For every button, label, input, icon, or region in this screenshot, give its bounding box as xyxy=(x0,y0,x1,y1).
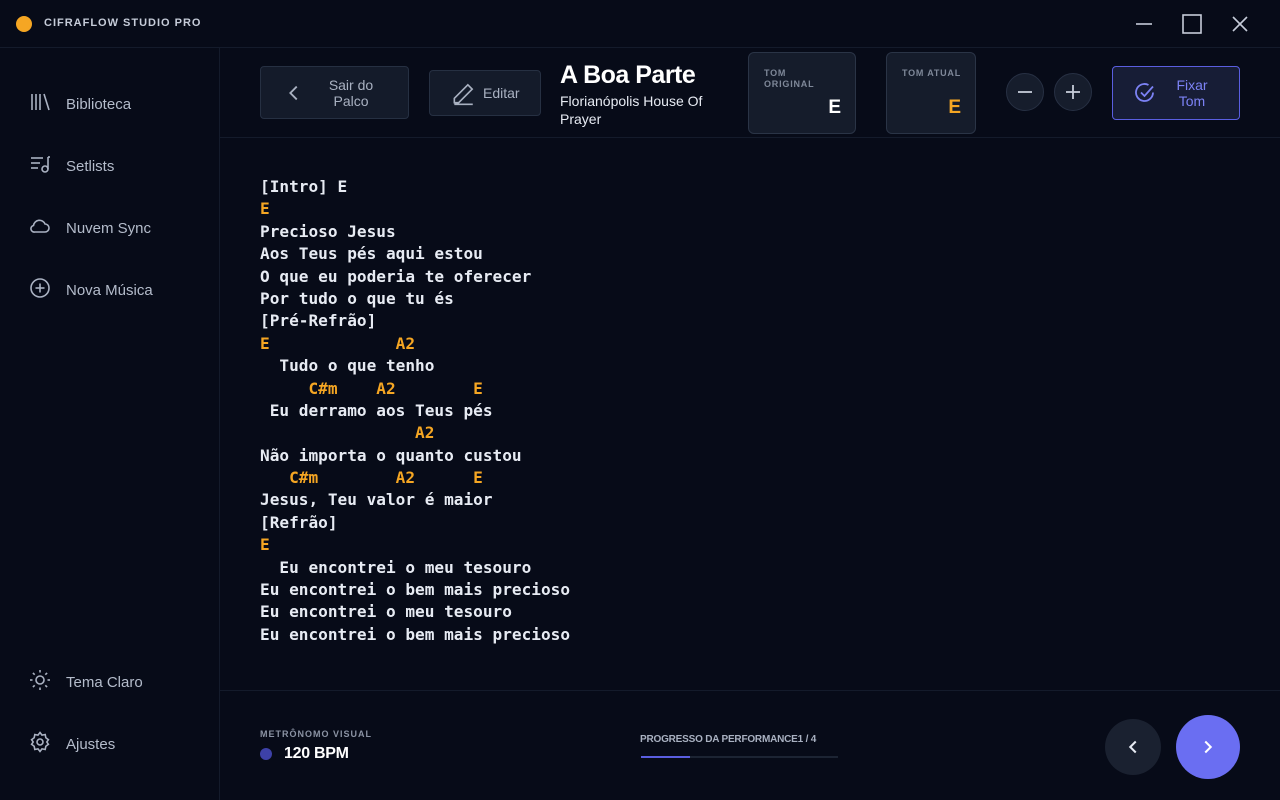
current-key-label: TOM ATUAL xyxy=(902,68,962,78)
chord-line: E xyxy=(260,199,270,219)
minimize-icon[interactable] xyxy=(1132,12,1156,36)
song-artist: Florianópolis House Of Prayer xyxy=(560,93,703,127)
sidebar-item-nova-musica[interactable]: Nova Música xyxy=(28,276,153,304)
sidebar: Biblioteca Setlists Nuvem Sync Nova Músi… xyxy=(0,48,220,800)
chord-line: E A2 xyxy=(260,333,416,353)
chord-line: E xyxy=(260,535,270,555)
fix-key-button[interactable]: Fixar Tom xyxy=(1112,66,1240,120)
previous-song-button[interactable] xyxy=(1105,719,1161,775)
app-logo-dot xyxy=(16,16,32,32)
sidebar-item-tema-claro[interactable]: Tema Claro xyxy=(28,668,143,696)
chord-sheet: [Intro] E E Precioso Jesus Aos Teus pés aqu… xyxy=(260,176,1220,666)
fix-key-label: Fixar Tom xyxy=(1176,77,1208,109)
exit-stage-label: Sair do Palco xyxy=(328,76,374,109)
lyric-line: Jesus, Teu valor é maior xyxy=(260,490,493,510)
title-bar: CIFRAFLOW STUDIO PRO xyxy=(0,0,1280,48)
edit-label: Editar xyxy=(483,85,520,101)
section-line: [Pré-Refrão] xyxy=(260,311,377,331)
sidebar-item-label: Biblioteca xyxy=(66,95,132,113)
sidebar-item-label: Ajustes xyxy=(66,735,116,753)
sidebar-item-biblioteca[interactable]: Biblioteca xyxy=(28,90,131,118)
chord-line: A2 xyxy=(260,423,435,443)
lyric-line: Eu encontrei o meu tesouro xyxy=(260,602,512,622)
current-key-value: E xyxy=(948,97,961,118)
lyric-line: Não importa o quanto custou xyxy=(260,445,522,465)
lyric-line: Eu encontrei o bem mais precioso xyxy=(260,580,571,600)
progress-count: 1 / 4 xyxy=(797,734,817,745)
transpose-down-button[interactable] xyxy=(1006,73,1044,111)
next-song-button[interactable] xyxy=(1176,715,1240,779)
metronome-indicator xyxy=(260,748,272,760)
cloud-icon xyxy=(28,214,52,242)
exit-stage-button[interactable]: Sair do Palco xyxy=(260,66,409,119)
song-title: A Boa Parte xyxy=(560,61,696,89)
original-key-box: TOM ORIGINAL E xyxy=(748,52,856,134)
sidebar-item-label: Setlists xyxy=(66,157,115,175)
original-key-value: E xyxy=(828,97,841,118)
close-icon[interactable] xyxy=(1228,12,1252,36)
progress-track xyxy=(641,756,838,758)
gear-icon xyxy=(28,730,52,758)
chord-line: C#m A2 E xyxy=(260,378,483,398)
song-header: Sair do Palco Editar A Boa Parte Florian… xyxy=(220,48,1280,138)
metronome-bpm: 120 BPM xyxy=(284,745,349,762)
progress-title: PROGRESSO DA PERFORMANCE xyxy=(640,734,798,745)
sidebar-item-ajustes[interactable]: Ajustes xyxy=(28,730,115,758)
lyric-line: Eu derramo aos Teus pés xyxy=(260,400,493,420)
lyric-line: Por tudo o que tu és xyxy=(260,288,454,308)
plus-circle-icon xyxy=(28,276,52,304)
edit-button[interactable]: Editar xyxy=(429,70,541,116)
lyric-line: Aos Teus pés aqui estou xyxy=(260,244,483,264)
progress-fill xyxy=(641,756,691,758)
chord-line: C#m A2 E xyxy=(260,468,483,488)
sidebar-item-label: Tema Claro xyxy=(66,673,143,691)
setlist-icon xyxy=(28,152,52,180)
performance-footer: METRÔNOMO VISUAL 120 BPM PROGRESSO DA PE… xyxy=(220,690,1280,800)
lyric-line: Eu encontrei o bem mais precioso xyxy=(260,624,571,644)
current-key-box: TOM ATUAL E xyxy=(886,52,976,134)
lyric-line: Eu encontrei o meu tesouro xyxy=(260,557,532,577)
maximize-icon[interactable] xyxy=(1180,12,1204,36)
transpose-up-button[interactable] xyxy=(1054,73,1092,111)
sidebar-item-label: Nuvem Sync xyxy=(66,219,152,237)
lyric-line: Tudo o que tenho xyxy=(260,356,435,376)
progress-label: PROGRESSO DA PERFORMANCE1 / 4 xyxy=(640,734,816,745)
sun-icon xyxy=(28,668,52,696)
app-title: CIFRAFLOW STUDIO PRO xyxy=(44,17,202,29)
section-line: [Intro] E xyxy=(260,177,348,196)
section-line: [Refrão] xyxy=(260,512,338,532)
lyric-line: Precioso Jesus xyxy=(260,221,396,241)
sidebar-item-nuvem-sync[interactable]: Nuvem Sync xyxy=(28,214,151,242)
sidebar-item-setlists[interactable]: Setlists xyxy=(28,152,114,180)
sidebar-item-label: Nova Música xyxy=(66,281,153,299)
lyric-line: O que eu poderia te oferecer xyxy=(260,266,532,286)
metronome-label: METRÔNOMO VISUAL xyxy=(260,729,372,739)
library-icon xyxy=(28,90,52,118)
original-key-label: TOM ORIGINAL xyxy=(764,68,815,89)
